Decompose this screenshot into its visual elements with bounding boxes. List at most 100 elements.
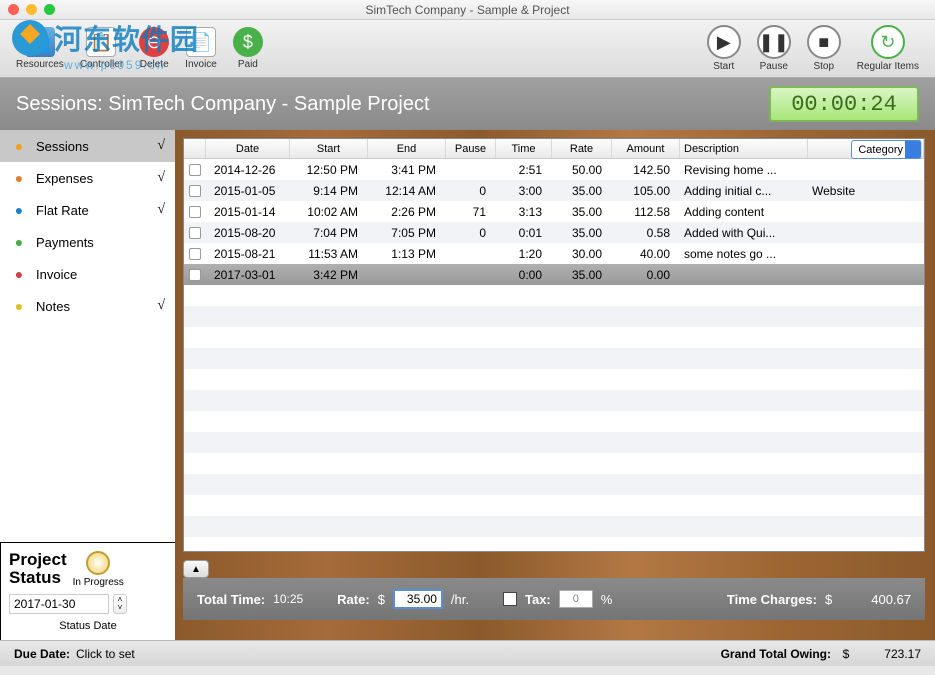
- sidebar-item-label: Flat Rate: [36, 203, 89, 218]
- check-icon: √: [157, 298, 165, 314]
- table-row-empty: [184, 411, 924, 432]
- total-time-value: 10:25: [273, 592, 303, 606]
- table-row-empty: [184, 516, 924, 537]
- table-row[interactable]: 2017-03-01 3:42 PM 0:00 35.00 0.00: [184, 264, 924, 285]
- sessions-table: Date Start End Pause Time Rate Amount De…: [183, 138, 925, 552]
- page-title: Sessions: SimTech Company - Sample Proje…: [16, 93, 769, 116]
- tax-input[interactable]: [559, 590, 593, 608]
- status-date-stepper[interactable]: ˄˅: [113, 594, 127, 614]
- sidebar-item-label: Sessions: [36, 139, 89, 154]
- col-date[interactable]: Date: [206, 139, 290, 158]
- row-checkbox[interactable]: [189, 227, 201, 239]
- check-icon: √: [157, 170, 165, 186]
- tax-checkbox[interactable]: [503, 592, 517, 606]
- rate-input[interactable]: [393, 589, 443, 609]
- diamond-icon: ●: [10, 169, 28, 187]
- window-title: SimTech Company - Sample & Project: [0, 3, 935, 17]
- table-row-empty: [184, 285, 924, 306]
- watermark-text: 河东软件园: [54, 18, 199, 58]
- tag-icon: ●: [10, 201, 28, 219]
- table-row-empty: [184, 432, 924, 453]
- pause-button[interactable]: ❚❚Pause: [749, 23, 799, 74]
- table-row[interactable]: 2014-12-26 12:50 PM 3:41 PM 2:51 50.00 1…: [184, 159, 924, 180]
- regular-items-button[interactable]: ↻Regular Items: [849, 23, 927, 74]
- pause-icon: ❚❚: [757, 25, 791, 59]
- window-titlebar: SimTech Company - Sample & Project: [0, 0, 935, 20]
- content-area: Date Start End Pause Time Rate Amount De…: [175, 130, 935, 640]
- table-row-empty: [184, 327, 924, 348]
- col-pause[interactable]: Pause: [446, 139, 496, 158]
- due-date-value[interactable]: Click to set: [76, 647, 135, 661]
- page-header: Sessions: SimTech Company - Sample Proje…: [0, 78, 935, 130]
- row-checkbox[interactable]: [189, 248, 201, 260]
- timer-display: 00:00:24: [769, 86, 919, 122]
- tax-label: Tax:: [525, 592, 551, 607]
- paid-icon: $: [233, 27, 263, 57]
- table-row-empty: [184, 390, 924, 411]
- sidebar-item-notes[interactable]: ● Notes √: [0, 290, 175, 322]
- total-time-label: Total Time:: [197, 592, 265, 607]
- status-date-input[interactable]: [9, 594, 109, 614]
- bottom-bar: Due Date: Click to set Grand Total Owing…: [0, 640, 935, 666]
- dollar-icon: ●: [10, 233, 28, 251]
- paid-button[interactable]: $Paid: [225, 25, 271, 72]
- table-row-empty: [184, 369, 924, 390]
- sidebar-item-expenses[interactable]: ● Expenses √: [0, 162, 175, 194]
- doc-icon: ●: [10, 265, 28, 283]
- watermark-overlay: 河东软件园 www.pc059.cn: [10, 18, 199, 58]
- table-row[interactable]: 2015-01-14 10:02 AM 2:26 PM 71 3:13 35.0…: [184, 201, 924, 222]
- col-time[interactable]: Time: [496, 139, 552, 158]
- due-date-label: Due Date:: [14, 647, 70, 661]
- row-checkbox[interactable]: [189, 269, 201, 281]
- project-status-panel: ProjectStatus In Progress ˄˅ Status Date: [0, 542, 175, 640]
- table-row-empty: [184, 348, 924, 369]
- col-end[interactable]: End: [368, 139, 446, 158]
- time-charges-label: Time Charges:: [727, 592, 817, 607]
- table-row-empty: [184, 453, 924, 474]
- sidebar-item-label: Notes: [36, 299, 70, 314]
- check-icon: √: [157, 202, 165, 218]
- table-row[interactable]: 2015-08-20 7:04 PM 7:05 PM 0 0:01 35.00 …: [184, 222, 924, 243]
- project-status-state: In Progress: [73, 577, 124, 588]
- clock-icon: ●: [10, 137, 28, 155]
- row-checkbox[interactable]: [189, 206, 201, 218]
- rate-label: Rate:: [337, 592, 370, 607]
- stop-icon: ■: [807, 25, 841, 59]
- table-row[interactable]: 2015-08-21 11:53 AM 1:13 PM 1:20 30.00 4…: [184, 243, 924, 264]
- start-button[interactable]: ▶Start: [699, 23, 749, 74]
- grand-total-value: 723.17: [861, 647, 921, 661]
- project-status-title: ProjectStatus: [9, 551, 67, 588]
- time-charges-value: 400.67: [851, 592, 911, 607]
- watermark-subtext: www.pc059.cn: [64, 58, 165, 72]
- sidebar-item-flat-rate[interactable]: ● Flat Rate √: [0, 194, 175, 226]
- category-dropdown[interactable]: Category: [851, 140, 922, 159]
- check-icon: √: [157, 138, 165, 154]
- note-icon: ●: [10, 297, 28, 315]
- sidebar-item-label: Invoice: [36, 267, 77, 282]
- status-date-label: Status Date: [9, 620, 167, 632]
- start-icon: ▶: [707, 25, 741, 59]
- row-checkbox[interactable]: [189, 185, 201, 197]
- sidebar-item-invoice[interactable]: ● Invoice: [0, 258, 175, 290]
- col-amount[interactable]: Amount: [612, 139, 680, 158]
- table-row-empty: [184, 306, 924, 327]
- grand-total-label: Grand Total Owing:: [721, 647, 831, 661]
- col-start[interactable]: Start: [290, 139, 368, 158]
- stop-button[interactable]: ■Stop: [799, 23, 849, 74]
- col-description[interactable]: Description: [680, 139, 808, 158]
- table-row[interactable]: 2015-01-05 9:14 PM 12:14 AM 0 3:00 35.00…: [184, 180, 924, 201]
- summary-footer: Total Time: 10:25 Rate: $ /hr. Tax: % Ti…: [183, 578, 925, 620]
- sidebar: ● Sessions √ ● Expenses √ ● Flat Rate √ ● Payments…: [0, 130, 175, 640]
- table-row-empty: [184, 537, 924, 552]
- sidebar-item-label: Payments: [36, 235, 94, 250]
- sidebar-item-label: Expenses: [36, 171, 93, 186]
- sidebar-item-payments[interactable]: ● Payments: [0, 226, 175, 258]
- sidebar-item-sessions[interactable]: ● Sessions √: [0, 130, 175, 162]
- row-checkbox[interactable]: [189, 164, 201, 176]
- table-row-empty: [184, 474, 924, 495]
- col-rate[interactable]: Rate: [552, 139, 612, 158]
- table-header: Date Start End Pause Time Rate Amount De…: [184, 139, 924, 159]
- regular-icon: ↻: [871, 25, 905, 59]
- table-row-empty: [184, 495, 924, 516]
- collapse-panel-button[interactable]: ▲: [183, 560, 209, 578]
